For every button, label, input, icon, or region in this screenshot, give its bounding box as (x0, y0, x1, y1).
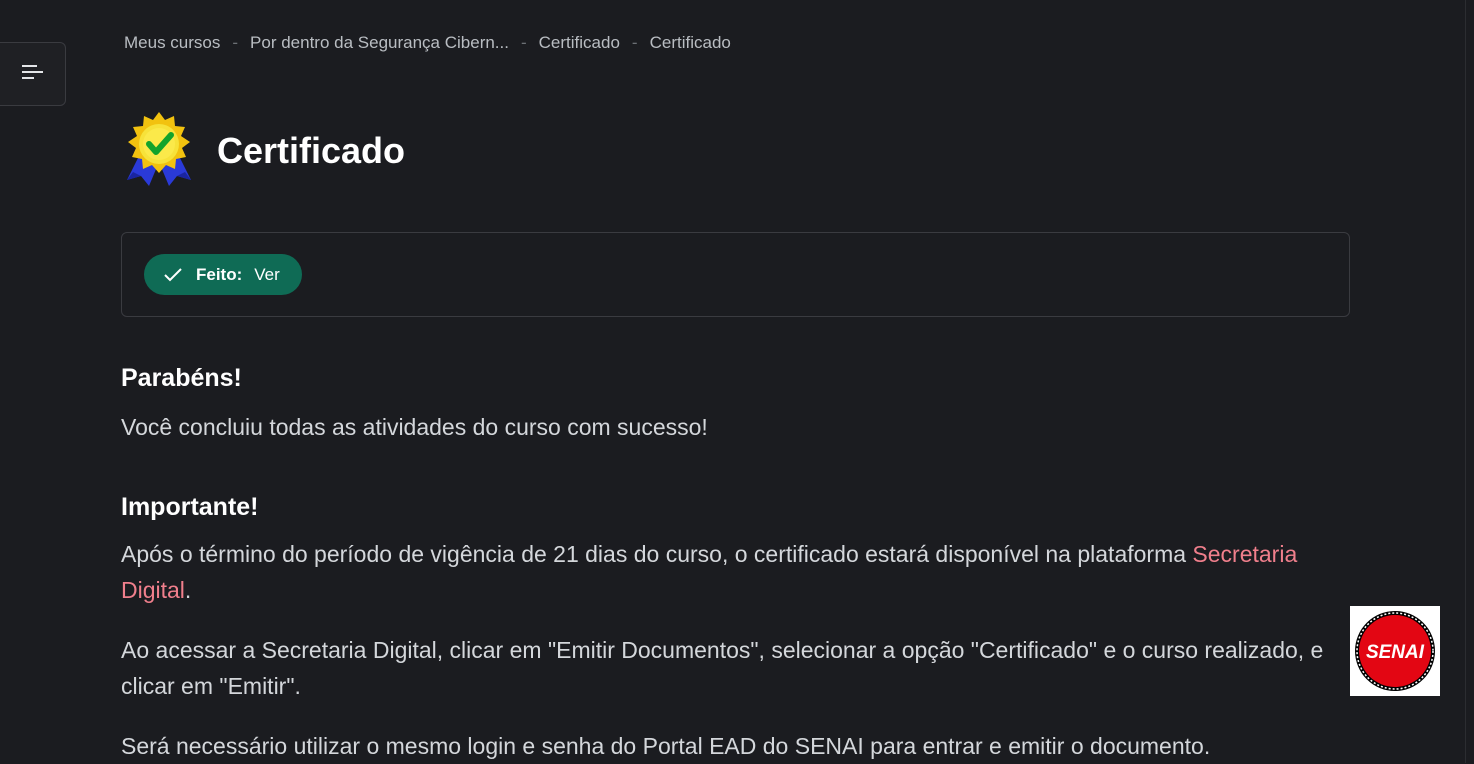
breadcrumb-item-course[interactable]: Por dentro da Segurança Cibern... (250, 33, 509, 53)
completion-info: Feito: Ver (121, 232, 1350, 317)
breadcrumb: Meus cursos - Por dentro da Segurança Ci… (124, 33, 731, 53)
paragraph-login: Será necessário utilizar o mesmo login e… (121, 733, 1211, 759)
paragraph-instructions: Ao acessar a Secretaria Digital, clicar … (121, 637, 1324, 699)
menu-icon (21, 63, 45, 86)
important-heading: Importante! (121, 493, 259, 521)
page-scrollbar[interactable] (1465, 0, 1474, 763)
drawer-toggle-button[interactable] (0, 42, 66, 106)
breadcrumb-separator: - (631, 33, 638, 52)
breadcrumb-separator: - (232, 33, 239, 52)
check-icon (164, 267, 182, 282)
congrats-text: Você concluiu todas as atividades do cur… (121, 414, 708, 440)
breadcrumb-item-current: Certificado (649, 33, 731, 52)
completion-status-badge: Feito: Ver (144, 254, 302, 295)
breadcrumb-separator: - (520, 33, 527, 52)
paragraph-availability-end: . (184, 577, 192, 603)
status-label: Feito: (196, 264, 243, 284)
breadcrumb-item-meus-cursos[interactable]: Meus cursos (124, 33, 220, 53)
breadcrumb-item-section[interactable]: Certificado (539, 33, 620, 53)
paragraph-availability: Após o término do período de vigência de… (121, 536, 1350, 608)
certificate-badge-icon (121, 110, 197, 191)
congrats-heading: Parabéns! (121, 364, 242, 392)
svg-text:SENAI: SENAI (1366, 642, 1425, 663)
status-value: Ver (254, 264, 280, 284)
paragraph-availability-text: Após o término do período de vigência de… (121, 541, 1193, 567)
page-title: Certificado (217, 129, 406, 171)
senai-logo: SENAI (1350, 606, 1440, 696)
page-header: Certificado (121, 110, 405, 191)
main-content: Parabéns! Você concluiu todas as ativida… (121, 364, 1350, 764)
